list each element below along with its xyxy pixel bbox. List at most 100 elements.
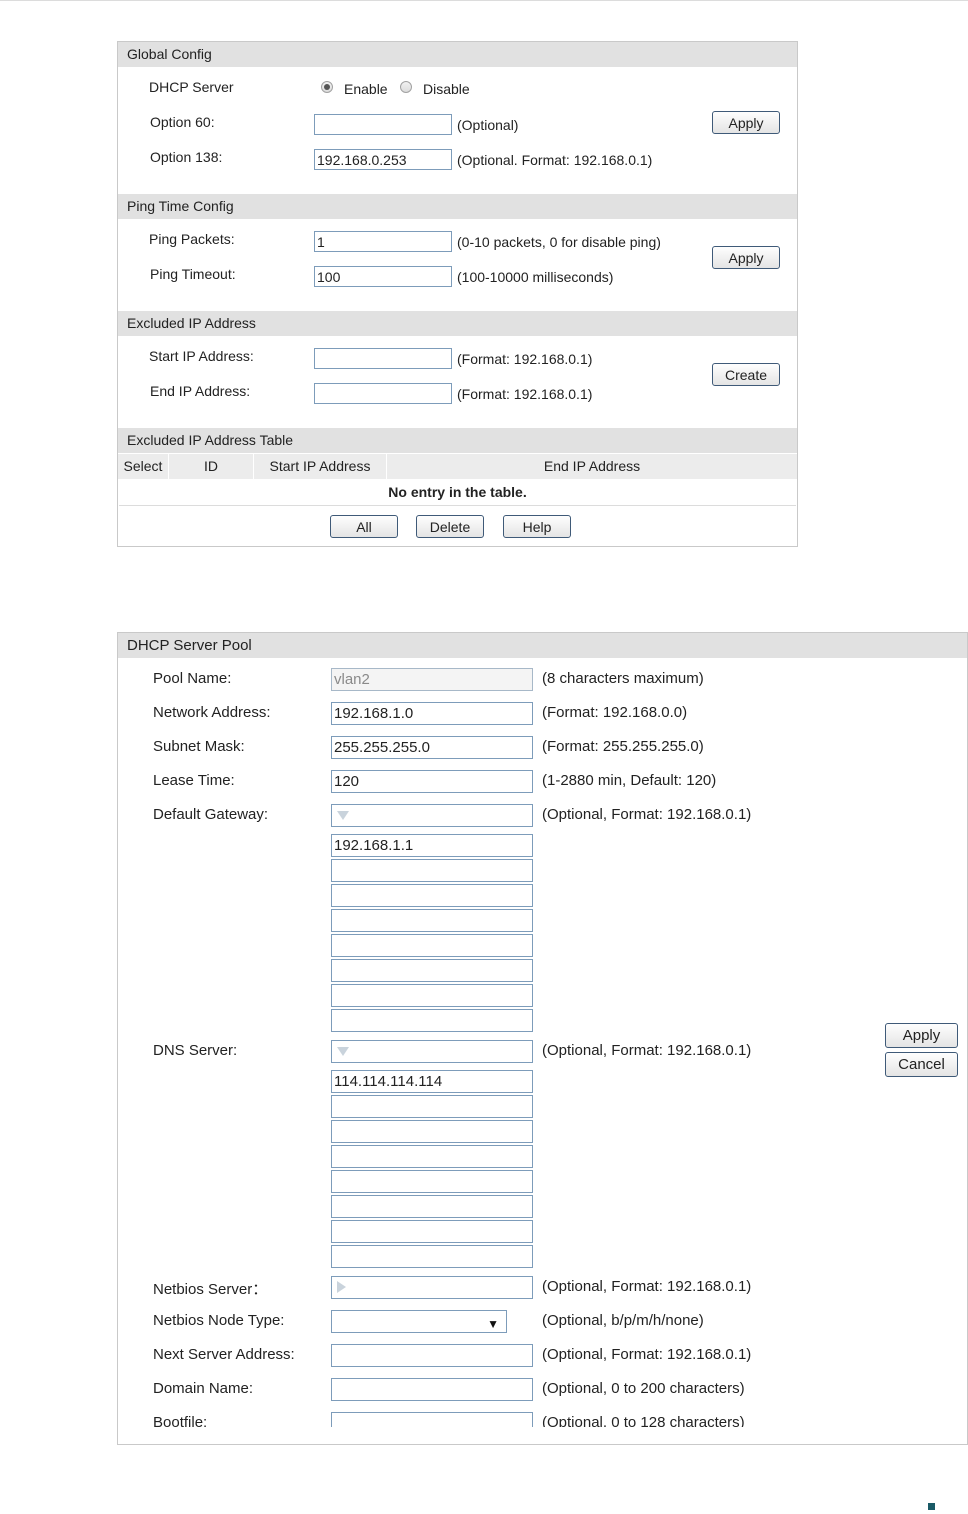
dhcp-global-panel: Global Config DHCP Server Enable Disable… <box>117 41 798 547</box>
option60-input[interactable] <box>314 114 452 135</box>
dns-server-label: DNS Server: <box>153 1042 238 1059</box>
netbios-expand-toggle[interactable] <box>331 1276 533 1299</box>
global-config-header: Global Config <box>118 42 797 67</box>
option60-label: Option 60: <box>150 114 215 130</box>
subnet-mask-input[interactable] <box>331 736 533 759</box>
gateway-input-5[interactable] <box>331 934 533 957</box>
ping-timeout-hint: (100-10000 milliseconds) <box>457 269 614 285</box>
triangle-down-icon <box>337 1047 349 1056</box>
ping-config-header: Ping Time Config <box>118 194 797 219</box>
bootfile-label: Bootfile: <box>153 1414 208 1427</box>
option138-hint: (Optional. Format: 192.168.0.1) <box>457 152 653 168</box>
domain-name-hint: (Optional, 0 to 200 characters) <box>542 1380 745 1397</box>
default-gateway-label: Default Gateway: <box>153 806 269 823</box>
dns-input-7[interactable] <box>331 1220 533 1243</box>
dns-collapse-toggle[interactable] <box>331 1040 533 1063</box>
pool-name-input[interactable] <box>331 668 533 691</box>
bootfile-input[interactable] <box>331 1412 533 1427</box>
global-apply-button[interactable]: Apply <box>712 111 780 134</box>
next-server-hint: (Optional, Format: 192.168.0.1) <box>542 1346 752 1363</box>
ping-packets-hint: (0-10 packets, 0 for disable ping) <box>457 234 661 250</box>
network-address-hint: (Format: 192.168.0.0) <box>542 704 688 721</box>
table-empty-message: No entry in the table. <box>119 480 796 506</box>
node-type-select[interactable]: ▼ <box>331 1310 507 1333</box>
bootfile-row: Bootfile: (Optional, 0 to 128 characters… <box>118 1411 967 1427</box>
delete-button[interactable]: Delete <box>416 515 484 538</box>
gateway-input-2[interactable] <box>331 859 533 882</box>
dns-input-8[interactable] <box>331 1245 533 1268</box>
option138-label: Option 138: <box>150 149 223 165</box>
dns-input-2[interactable] <box>331 1095 533 1118</box>
pool-header: DHCP Server Pool <box>118 633 967 658</box>
bootfile-hint: (Optional, 0 to 128 characters) <box>542 1414 745 1427</box>
node-type-label: Netbios Node Type: <box>153 1312 285 1329</box>
pool-cancel-button[interactable]: Cancel <box>885 1052 958 1077</box>
subnet-mask-hint: (Format: 255.255.255.0) <box>542 738 704 755</box>
ping-packets-label: Ping Packets: <box>149 231 235 247</box>
create-button[interactable]: Create <box>712 363 780 386</box>
option138-input[interactable] <box>314 149 452 170</box>
start-ip-input[interactable] <box>314 348 452 369</box>
end-ip-hint: (Format: 192.168.0.1) <box>457 386 593 402</box>
col-id: ID <box>204 458 218 474</box>
domain-name-label: Domain Name: <box>153 1380 254 1397</box>
select-all-button[interactable]: All <box>330 515 398 538</box>
gateway-input-3[interactable] <box>331 884 533 907</box>
netbios-server-label: Netbios Server： <box>153 1281 268 1298</box>
next-server-label: Next Server Address: <box>153 1346 295 1363</box>
top-divider <box>0 0 968 1</box>
ping-timeout-input[interactable] <box>314 266 452 287</box>
pool-name-label: Pool Name: <box>153 670 232 687</box>
help-button[interactable]: Help <box>503 515 571 538</box>
dhcp-server-label: DHCP Server <box>149 79 234 95</box>
ping-apply-button[interactable]: Apply <box>712 246 780 269</box>
dns-server-hint: (Optional, Format: 192.168.0.1) <box>542 1042 752 1059</box>
network-address-input[interactable] <box>331 702 533 725</box>
disable-radio[interactable] <box>400 81 412 93</box>
dns-input-3[interactable] <box>331 1120 533 1143</box>
gateway-input-1[interactable] <box>331 834 533 857</box>
end-ip-input[interactable] <box>314 383 452 404</box>
pool-apply-button[interactable]: Apply <box>885 1023 958 1048</box>
netbios-server-hint: (Optional, Format: 192.168.0.1) <box>542 1278 752 1295</box>
disable-label: Disable <box>423 81 470 97</box>
ping-packets-input[interactable] <box>314 231 452 252</box>
subnet-mask-label: Subnet Mask: <box>153 738 245 755</box>
gateway-input-6[interactable] <box>331 959 533 982</box>
page-marker <box>928 1503 935 1510</box>
ping-timeout-label: Ping Timeout: <box>150 266 236 282</box>
start-ip-label: Start IP Address: <box>149 348 254 364</box>
gateway-input-8[interactable] <box>331 1009 533 1032</box>
next-server-input[interactable] <box>331 1344 533 1367</box>
col-end-ip: End IP Address <box>543 458 641 474</box>
end-ip-label: End IP Address: <box>150 383 251 399</box>
col-select: Select <box>123 458 163 474</box>
enable-radio[interactable] <box>321 81 333 93</box>
network-address-label: Network Address: <box>153 704 271 721</box>
pool-name-hint: (8 characters maximum) <box>542 670 704 687</box>
table-column-header: Select ID Start IP Address End IP Addres… <box>118 454 797 479</box>
node-type-hint: (Optional, b/p/m/h/none) <box>542 1312 704 1329</box>
default-gateway-hint: (Optional, Format: 192.168.0.1) <box>542 806 752 823</box>
dhcp-pool-panel: DHCP Server Pool Pool Name: (8 character… <box>117 632 968 1445</box>
chevron-down-icon: ▼ <box>487 1317 499 1331</box>
gateway-input-7[interactable] <box>331 984 533 1007</box>
enable-label: Enable <box>344 81 388 97</box>
triangle-down-icon <box>337 811 349 820</box>
gateway-input-4[interactable] <box>331 909 533 932</box>
lease-time-hint: (1-2880 min, Default: 120) <box>542 772 717 789</box>
dns-input-5[interactable] <box>331 1170 533 1193</box>
dns-input-6[interactable] <box>331 1195 533 1218</box>
option60-hint: (Optional) <box>457 117 519 133</box>
excluded-table-header: Excluded IP Address Table <box>118 428 797 453</box>
excluded-ip-header: Excluded IP Address <box>118 311 797 336</box>
dns-input-4[interactable] <box>331 1145 533 1168</box>
start-ip-hint: (Format: 192.168.0.1) <box>457 351 593 367</box>
col-start-ip: Start IP Address <box>269 458 371 474</box>
triangle-right-icon <box>337 1281 346 1293</box>
domain-name-input[interactable] <box>331 1378 533 1401</box>
dns-input-1[interactable] <box>331 1070 533 1093</box>
lease-time-input[interactable] <box>331 770 533 793</box>
gateway-collapse-toggle[interactable] <box>331 804 533 827</box>
lease-time-label: Lease Time: <box>153 772 235 789</box>
